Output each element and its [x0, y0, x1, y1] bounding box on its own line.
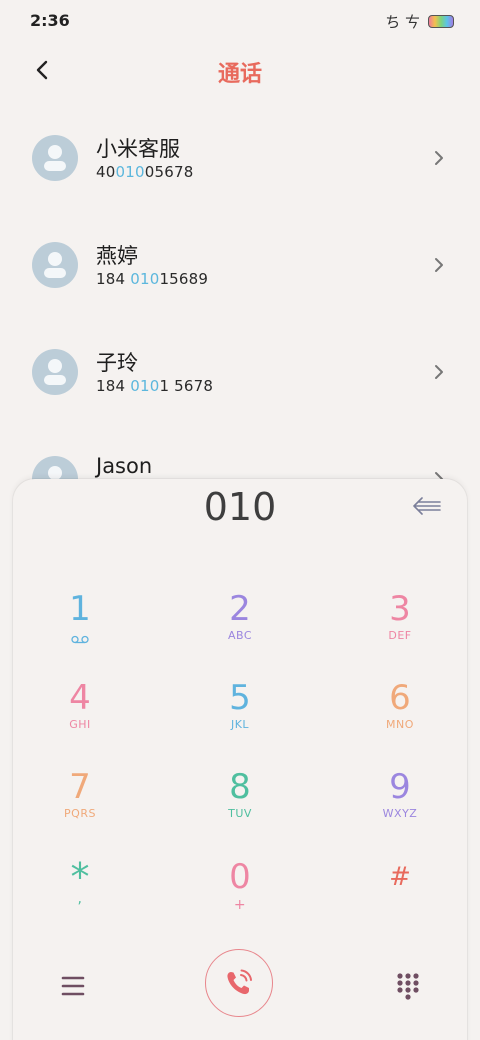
contact-row[interactable]: 燕婷 184 01015689 [0, 212, 480, 319]
chevron-right-icon [435, 258, 443, 272]
contact-number: 184 01015689 [96, 270, 209, 288]
contact-row[interactable]: 小米客服 4001005678 [0, 105, 480, 212]
dial-number-display[interactable]: 010 [13, 485, 467, 529]
status-time: 2:36 [30, 11, 70, 30]
key-digit: 3 [389, 589, 411, 629]
avatar [32, 349, 78, 395]
key-8[interactable]: 8 TUV [180, 767, 300, 847]
battery-icon [428, 15, 454, 28]
menu-icon[interactable] [59, 973, 87, 999]
key-digit: 5 [229, 678, 251, 718]
key-3[interactable]: 3 DEF [340, 589, 460, 669]
dialer-bottom-bar [13, 949, 467, 1029]
key-digit: # [389, 862, 411, 892]
key-letters: GHI [69, 718, 91, 731]
contact-number: 4001005678 [96, 163, 194, 181]
contact-name: Jason [96, 454, 153, 478]
key-7[interactable]: 7 PQRS [20, 767, 140, 847]
key-letters: TUV [228, 807, 252, 820]
chevron-right-icon [435, 365, 443, 379]
status-bar: 2:36 ち ㄘ [0, 0, 480, 40]
chevron-right-icon [435, 151, 443, 165]
key-letters: + [233, 897, 247, 913]
key-0[interactable]: 0 + [180, 857, 300, 937]
key-star[interactable]: * , [20, 857, 140, 937]
key-digit: 6 [389, 678, 411, 718]
key-letters: MNO [386, 718, 414, 731]
call-button[interactable] [205, 949, 273, 1017]
key-digit: 9 [389, 767, 411, 807]
avatar [32, 242, 78, 288]
key-2[interactable]: 2 ABC [180, 589, 300, 669]
key-letters: PQRS [64, 807, 96, 820]
phone-screen: 2:36 ち ㄘ 通话 小米客服 4001005678 燕婷 184 01015… [0, 0, 480, 1040]
page-title: 通话 [217, 62, 262, 87]
key-digit: 4 [69, 678, 91, 718]
status-icons: ち ㄘ [385, 11, 454, 32]
status-notification-glyphs: ち ㄘ [385, 13, 420, 31]
key-letters: WXYZ [382, 807, 418, 820]
contact-list: 小米客服 4001005678 燕婷 184 01015689 子玲 184 0… [0, 105, 480, 533]
key-5[interactable]: 5 JKL [180, 678, 300, 758]
key-letters: JKL [230, 718, 250, 731]
dialpad-icon[interactable] [395, 971, 421, 1001]
key-hash[interactable]: # [340, 857, 460, 937]
key-6[interactable]: 6 MNO [340, 678, 460, 758]
voicemail-icon [71, 635, 89, 644]
phone-call-icon [227, 969, 252, 995]
key-digit: 0 [229, 857, 251, 897]
key-letters: ABC [227, 629, 253, 642]
key-1[interactable]: 1 [20, 589, 140, 669]
key-digit: 8 [229, 767, 251, 807]
key-4[interactable]: 4 GHI [20, 678, 140, 758]
contact-name: 燕婷 [96, 244, 138, 268]
contact-row[interactable]: 子玲 184 0101 5678 [0, 319, 480, 426]
key-letters: , [77, 891, 83, 907]
contact-name: 小米客服 [96, 137, 180, 161]
key-letters: DEF [388, 629, 412, 642]
contact-number: 184 0101 5678 [96, 377, 214, 395]
key-9[interactable]: 9 WXYZ [340, 767, 460, 847]
contact-name: 子玲 [96, 351, 138, 375]
key-digit: 2 [229, 589, 251, 629]
key-digit: 1 [69, 589, 91, 629]
dialer-panel: 010 1 2 ABC 3 DEF 4 GHI 5 JKL 6 MNO 7 PQ… [13, 479, 467, 1040]
backspace-icon[interactable] [411, 493, 443, 519]
key-digit: 7 [69, 767, 91, 807]
avatar [32, 135, 78, 181]
header: 通话 [0, 46, 480, 94]
